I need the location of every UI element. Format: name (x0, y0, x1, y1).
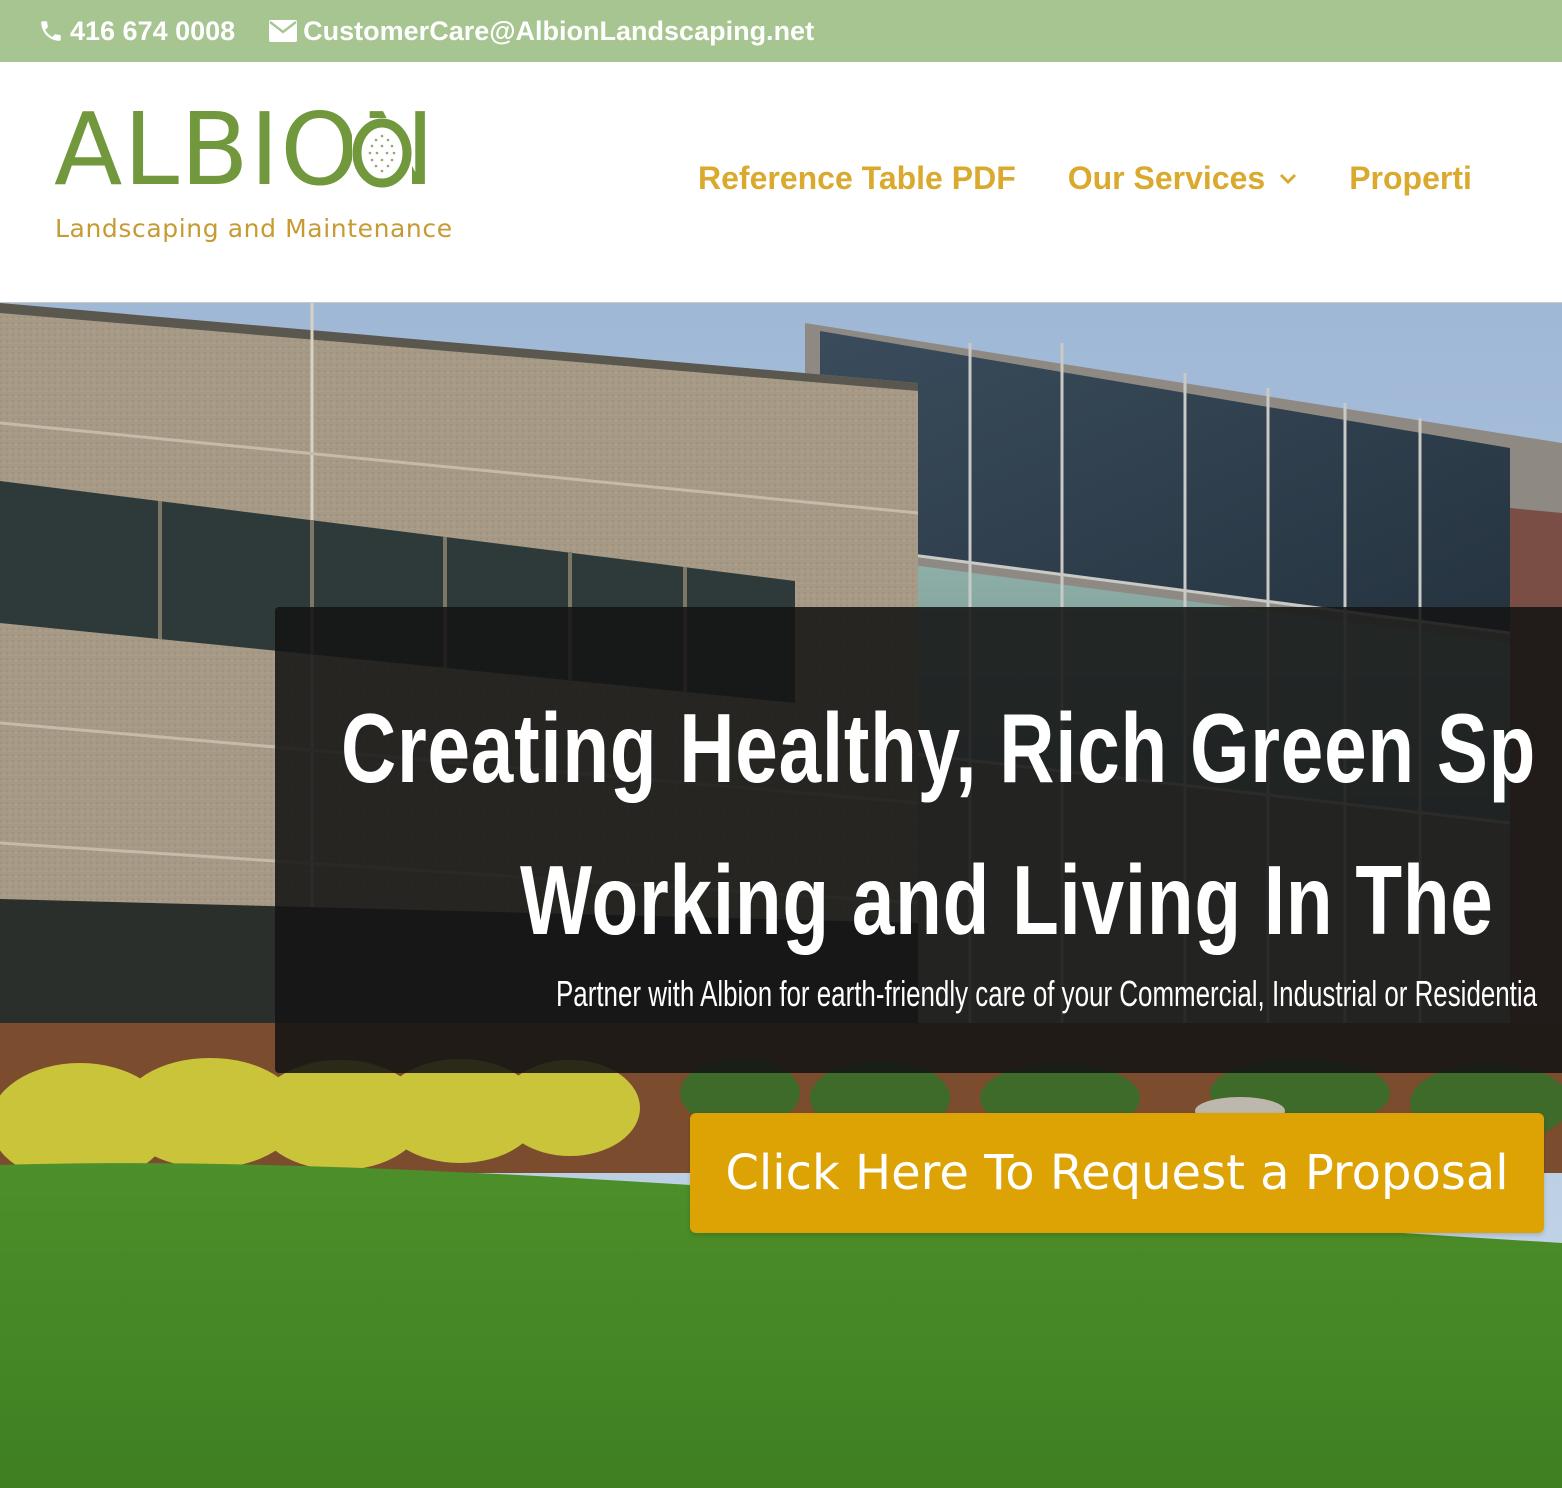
albion-logo[interactable]: ALBION Landscaping and Maintenance (54, 100, 464, 250)
logo-dotted-o-icon (352, 118, 412, 188)
phone-number: 416 674 0008 (70, 15, 236, 46)
nav-item-reference-table-pdf[interactable]: Reference Table PDF (698, 160, 1016, 197)
nav-item-label: Properti (1349, 160, 1472, 196)
hero-headline-line-2: Working and Living In The (520, 845, 1494, 955)
contact-bar: 416 674 0008 CustomerCare@AlbionLandscap… (0, 0, 1562, 62)
chevron-down-icon (1280, 173, 1297, 184)
request-proposal-button[interactable]: Click Here To Request a Proposal (690, 1113, 1544, 1233)
main-nav: Reference Table PDF Our Services Propert… (698, 160, 1524, 197)
envelope-icon (269, 20, 298, 42)
phone-icon (41, 21, 61, 41)
hero-section: Creating Healthy, Rich Green Sp Working … (0, 302, 1562, 1488)
nav-item-label: Reference Table PDF (698, 160, 1016, 196)
nav-item-properties[interactable]: Properti (1349, 160, 1472, 197)
hero-caption-box: Creating Healthy, Rich Green Sp Working … (275, 607, 1562, 1073)
site-header: ALBION Landscaping and Maintenance Refer… (0, 62, 1562, 302)
hero-headline-line-1: Creating Healthy, Rich Green Sp (341, 693, 1537, 803)
hero-subtext: Partner with Albion for earth-friendly c… (556, 973, 1538, 1014)
phone-link[interactable]: 416 674 0008 (38, 16, 235, 47)
logo-tagline: Landscaping and Maintenance (55, 214, 453, 243)
email-address: CustomerCare@AlbionLandscaping.net (303, 15, 815, 46)
nav-item-label: Our Services (1067, 160, 1266, 196)
nav-item-our-services[interactable]: Our Services (1068, 160, 1297, 197)
email-link[interactable]: CustomerCare@AlbionLandscaping.net (269, 16, 814, 47)
